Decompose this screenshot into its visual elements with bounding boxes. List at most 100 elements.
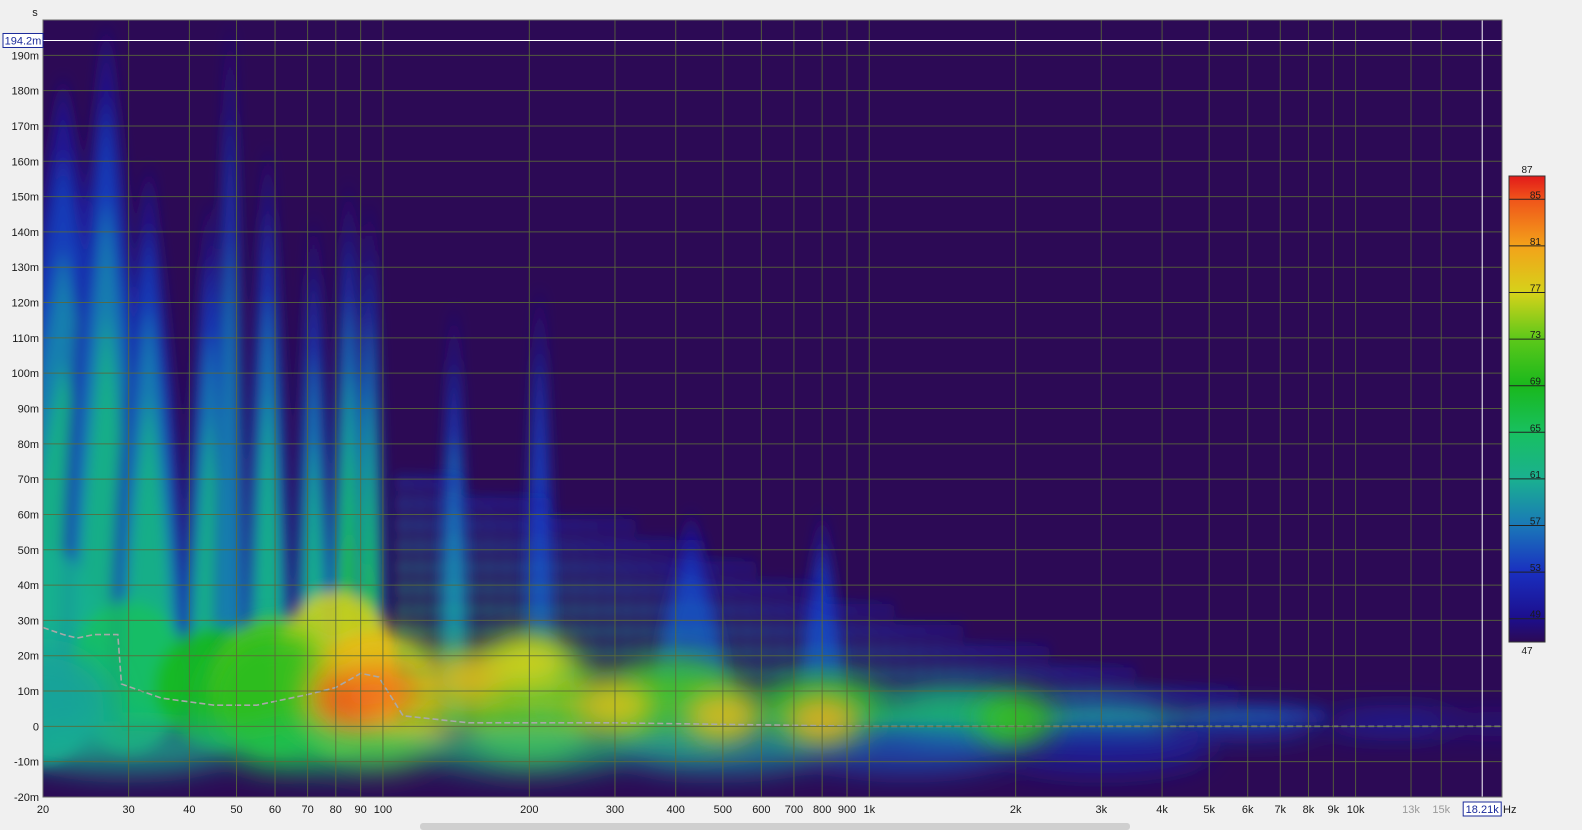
energy-region (793, 581, 806, 596)
time-cursor-readout: 194.2m (5, 35, 42, 47)
y-tick-label: 90m (18, 404, 39, 416)
energy-region (724, 624, 737, 639)
energy-region (448, 475, 461, 490)
energy-region (431, 560, 444, 575)
energy-region (655, 560, 668, 575)
x-unit-label: Hz (1503, 804, 1516, 816)
energy-region (741, 624, 754, 639)
horizontal-scrollbar[interactable] (420, 823, 1130, 830)
energy-region (707, 645, 720, 660)
energy-region (776, 687, 789, 702)
energy-region (879, 645, 892, 660)
energy-region (483, 581, 496, 596)
energy-region (603, 581, 616, 596)
x-tick-label: 4k (1156, 804, 1168, 816)
energy-region (569, 645, 582, 660)
energy-region (1224, 687, 1237, 702)
energy-region (672, 581, 685, 596)
energy-region (414, 518, 427, 533)
energy-region (431, 539, 444, 554)
energy-region (603, 560, 616, 575)
energy-region (414, 645, 427, 660)
energy-region (414, 624, 427, 639)
x-tick-label: 9k (1328, 804, 1340, 816)
energy-region (465, 624, 478, 639)
x-tick-label: 7k (1274, 804, 1286, 816)
energy-region (931, 687, 944, 702)
energy-region (965, 708, 978, 723)
energy-region (1155, 687, 1168, 702)
energy-region (1189, 708, 1202, 723)
x-tick-label: 40 (183, 804, 195, 816)
energy-region (776, 624, 789, 639)
energy-region (1017, 645, 1030, 660)
energy-region (655, 645, 668, 660)
energy-region (810, 602, 823, 617)
chart-canvas[interactable]: 190m 180m 170m 160m 150m 140m 130m 120m 110m 100m… (0, 0, 1582, 830)
energy-region (431, 645, 444, 660)
energy-region (517, 687, 530, 702)
energy-region (1137, 687, 1150, 702)
energy-region (500, 560, 513, 575)
energy-region (586, 518, 599, 533)
energy-region (948, 666, 961, 681)
energy-region (483, 708, 496, 723)
colorbar-tick-label: 69 (1530, 377, 1542, 388)
energy-region (724, 645, 737, 660)
energy-region (1189, 687, 1202, 702)
y-tick-label: -20m (14, 792, 39, 804)
energy-region (655, 666, 668, 681)
energy-region (638, 602, 651, 617)
energy-region (569, 602, 582, 617)
energy-region (500, 708, 513, 723)
energy-region (982, 666, 995, 681)
energy-region (689, 624, 702, 639)
energy-region (1120, 708, 1133, 723)
energy-region (603, 666, 616, 681)
energy-region (534, 496, 547, 511)
y-tick-label: 60m (18, 509, 39, 521)
energy-region (483, 602, 496, 617)
y-tick-label: 120m (11, 298, 39, 310)
energy-region (913, 687, 926, 702)
energy-region (1103, 687, 1116, 702)
energy-region (483, 539, 496, 554)
energy-region (586, 602, 599, 617)
energy-region (672, 624, 685, 639)
energy-region (586, 581, 599, 596)
y-tick-label: 180m (11, 86, 39, 98)
energy-region (827, 602, 840, 617)
y-tick-label: 110m (12, 333, 39, 345)
energy-region (483, 496, 496, 511)
energy-region (1000, 645, 1013, 660)
energy-region (517, 602, 530, 617)
energy-region (741, 666, 754, 681)
energy-region (758, 602, 771, 617)
energy-region (776, 645, 789, 660)
energy-region (672, 539, 685, 554)
energy-region (448, 518, 461, 533)
energy-region (913, 666, 926, 681)
colorbar-tick-label: 65 (1530, 423, 1542, 434)
x-tick-label: 6k (1242, 804, 1254, 816)
energy-region (534, 687, 547, 702)
energy-region (603, 518, 616, 533)
energy-region (724, 666, 737, 681)
y-tick-label: 160m (11, 156, 39, 168)
energy-region (500, 687, 513, 702)
energy-region (741, 560, 754, 575)
energy-region (552, 581, 565, 596)
energy-region (414, 581, 427, 596)
energy-region (655, 539, 668, 554)
energy-region (827, 666, 840, 681)
energy-region (500, 518, 513, 533)
waterfall-chart[interactable]: 190m 180m 170m 160m 150m 140m 130m 120m 110m 100m… (0, 0, 1582, 830)
energy-region (414, 496, 427, 511)
energy-region (672, 666, 685, 681)
energy-region (1086, 687, 1099, 702)
energy-region (931, 666, 944, 681)
energy-region (483, 624, 496, 639)
energy-region (776, 666, 789, 681)
energy-region (689, 560, 702, 575)
energy-region (483, 560, 496, 575)
